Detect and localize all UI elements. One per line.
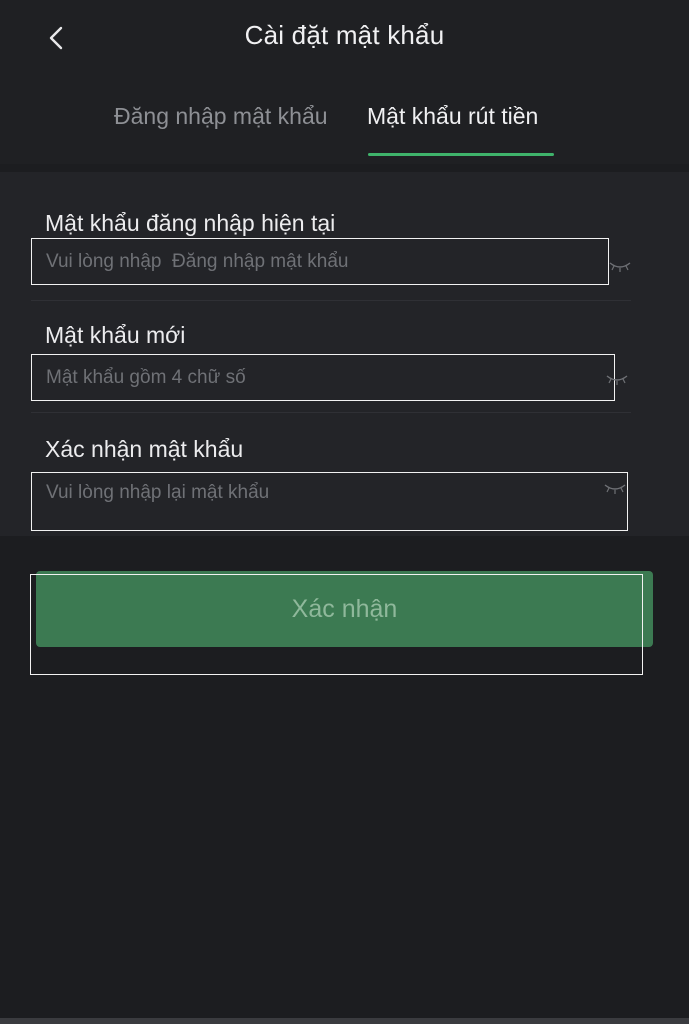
field-divider	[31, 412, 631, 413]
eye-closed-icon[interactable]	[609, 260, 631, 274]
password-form: Mật khẩu đăng nhập hiện tại Mật khẩu mới…	[0, 172, 689, 536]
confirm-password-label: Xác nhận mật khẩu	[45, 436, 244, 462]
confirm-button-outline	[30, 574, 643, 675]
current-password-input[interactable]	[31, 238, 609, 285]
confirm-password-input[interactable]	[31, 472, 628, 531]
field-divider	[31, 300, 631, 301]
tab-bar: Đăng nhập mật khẩu Mật khẩu rút tiền	[0, 96, 689, 164]
page-title: Cài đặt mật khẩu	[244, 20, 445, 50]
tab-withdraw-password[interactable]: Mật khẩu rút tiền	[367, 96, 538, 156]
active-tab-indicator	[368, 153, 554, 156]
eye-closed-icon[interactable]	[606, 373, 628, 387]
current-password-label: Mật khẩu đăng nhập hiện tại	[45, 210, 336, 236]
new-password-label: Mật khẩu mới	[45, 322, 186, 348]
bottom-bar	[0, 1018, 689, 1024]
header: Cài đặt mật khẩu Đăng nhập mật khẩu Mật …	[0, 0, 689, 164]
eye-closed-icon[interactable]	[604, 482, 626, 496]
new-password-input[interactable]	[31, 354, 615, 401]
tab-login-password[interactable]: Đăng nhập mật khẩu	[114, 96, 328, 156]
